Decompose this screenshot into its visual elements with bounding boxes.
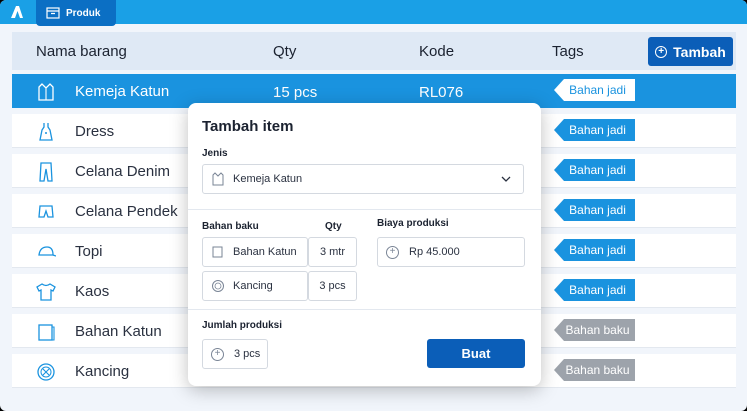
top-bar: Produk xyxy=(0,0,747,26)
row-name: Kaos xyxy=(75,283,110,300)
header-code: Kode xyxy=(419,42,455,60)
plus-circle-icon: + xyxy=(386,245,399,259)
row-name: Celana Pendek xyxy=(75,203,178,220)
chevron-down-icon xyxy=(501,176,511,182)
divider xyxy=(188,309,541,310)
button-icon xyxy=(37,363,55,381)
material-qty: 3 mtr xyxy=(319,246,346,258)
qty-label: Qty xyxy=(325,221,342,232)
buat-button[interactable]: Buat xyxy=(427,339,525,368)
shirt-icon xyxy=(38,83,54,101)
jumlah-label: Jumlah produksi xyxy=(202,320,283,331)
header-tags: Tags xyxy=(552,42,584,60)
row-name: Kemeja Katun xyxy=(75,83,170,100)
tag-badge: Bahan jadi xyxy=(554,239,635,261)
fabric-icon xyxy=(38,324,55,341)
app-logo-icon xyxy=(11,6,23,18)
material-name: Kancing xyxy=(233,280,273,292)
jenis-value: Kemeja Katun xyxy=(233,173,303,185)
material-qty: 3 pcs xyxy=(319,280,346,292)
material-name-field[interactable]: Bahan Katun xyxy=(202,237,308,267)
jumlah-value: 3 pcs xyxy=(234,348,261,360)
material-name-field[interactable]: Kancing xyxy=(202,271,308,301)
tag-badge: Bahan baku xyxy=(554,359,635,381)
dress-icon xyxy=(39,123,53,141)
fabric-icon xyxy=(212,246,223,258)
tag-badge: Bahan jadi xyxy=(554,159,635,181)
cap-icon xyxy=(38,246,56,257)
table-header: Nama barang Qty Kode Tags xyxy=(12,32,736,70)
material-qty-field[interactable]: 3 pcs xyxy=(308,271,357,301)
jumlah-field[interactable]: + 3 pcs xyxy=(202,339,268,369)
row-name: Bahan Katun xyxy=(75,323,162,340)
tag-badge: Bahan jadi xyxy=(554,79,635,101)
app-window: Produk Nama barang Qty Kode Tags + Tamba… xyxy=(0,0,747,411)
modal-title: Tambah item xyxy=(202,118,294,135)
pants-icon xyxy=(39,162,53,182)
material-qty-field[interactable]: 3 mtr xyxy=(308,237,357,267)
tag-badge: Bahan jadi xyxy=(554,279,635,301)
jenis-label: Jenis xyxy=(202,148,228,159)
add-item-modal: Tambah item Jenis Kemeja Katun Bahan bak… xyxy=(188,103,541,386)
tshirt-icon xyxy=(36,283,56,301)
plus-icon: + xyxy=(655,45,668,58)
row-name: Dress xyxy=(75,123,115,140)
button-icon xyxy=(212,280,224,292)
header-qty: Qty xyxy=(273,42,297,60)
row-code: RL076 xyxy=(419,84,464,101)
row-name: Kancing xyxy=(75,363,130,380)
biaya-value: Rp 45.000 xyxy=(409,246,460,258)
biaya-field[interactable]: + Rp 45.000 xyxy=(377,237,525,267)
divider xyxy=(188,209,541,210)
jenis-select[interactable]: Kemeja Katun xyxy=(202,164,524,194)
tag-badge: Bahan jadi xyxy=(554,199,635,221)
add-item-label: Tambah xyxy=(673,43,726,60)
plus-circle-icon: + xyxy=(211,347,224,361)
tag-badge: Bahan jadi xyxy=(554,119,635,141)
box-icon xyxy=(46,7,60,19)
row-qty: 15 pcs xyxy=(273,84,318,101)
tab-produk-label: Produk xyxy=(66,7,101,19)
shorts-icon xyxy=(38,205,54,218)
row-name: Topi xyxy=(75,243,103,260)
biaya-label: Biaya produksi xyxy=(377,218,449,229)
shirt-icon xyxy=(212,172,224,186)
row-name: Celana Denim xyxy=(75,163,171,180)
tab-produk[interactable]: Produk xyxy=(36,0,116,26)
header-name: Nama barang xyxy=(36,42,127,60)
bahan-label: Bahan baku xyxy=(202,221,259,232)
tag-badge: Bahan baku xyxy=(554,319,635,341)
add-item-button[interactable]: + Tambah xyxy=(648,37,733,66)
material-name: Bahan Katun xyxy=(233,246,297,258)
